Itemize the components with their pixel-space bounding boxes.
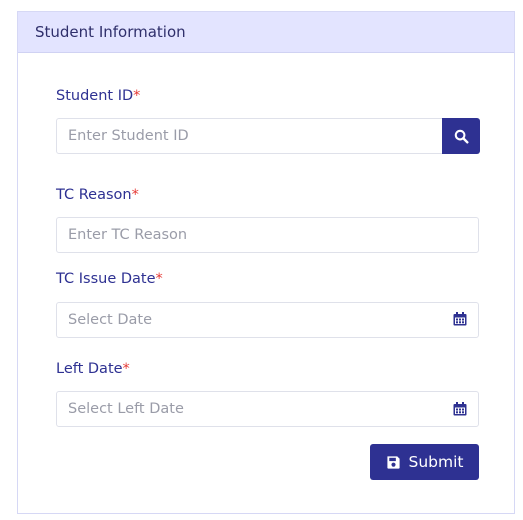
card-header: Student Information (18, 12, 514, 53)
calendar-icon[interactable] (453, 402, 467, 416)
tc-reason-label-text: TC Reason (56, 187, 132, 203)
tc-issue-date-input[interactable] (56, 302, 479, 338)
student-information-card: Student Information Student ID* TC Reaso… (17, 11, 515, 514)
required-mark: * (155, 271, 163, 287)
search-student-button[interactable] (442, 118, 480, 154)
card-title: Student Information (35, 23, 186, 41)
required-mark: * (131, 187, 139, 203)
tc-reason-input[interactable] (56, 217, 479, 253)
search-icon (454, 129, 469, 144)
calendar-icon[interactable] (453, 312, 467, 326)
required-mark: * (133, 88, 141, 104)
tc-issue-date-label: TC Issue Date* (56, 271, 163, 287)
tc-issue-date-label-text: TC Issue Date (56, 271, 156, 287)
left-date-label: Left Date* (56, 361, 130, 377)
student-id-input[interactable] (56, 118, 443, 154)
required-mark: * (122, 361, 130, 377)
student-id-label-text: Student ID (56, 88, 134, 104)
left-date-label-text: Left Date (56, 361, 123, 377)
left-date-input[interactable] (56, 391, 479, 427)
tc-reason-label: TC Reason* (56, 187, 139, 203)
floppy-disk-icon (386, 455, 400, 469)
submit-button[interactable]: Submit (370, 444, 479, 480)
submit-label: Submit (408, 453, 464, 471)
student-id-label: Student ID* (56, 88, 140, 104)
